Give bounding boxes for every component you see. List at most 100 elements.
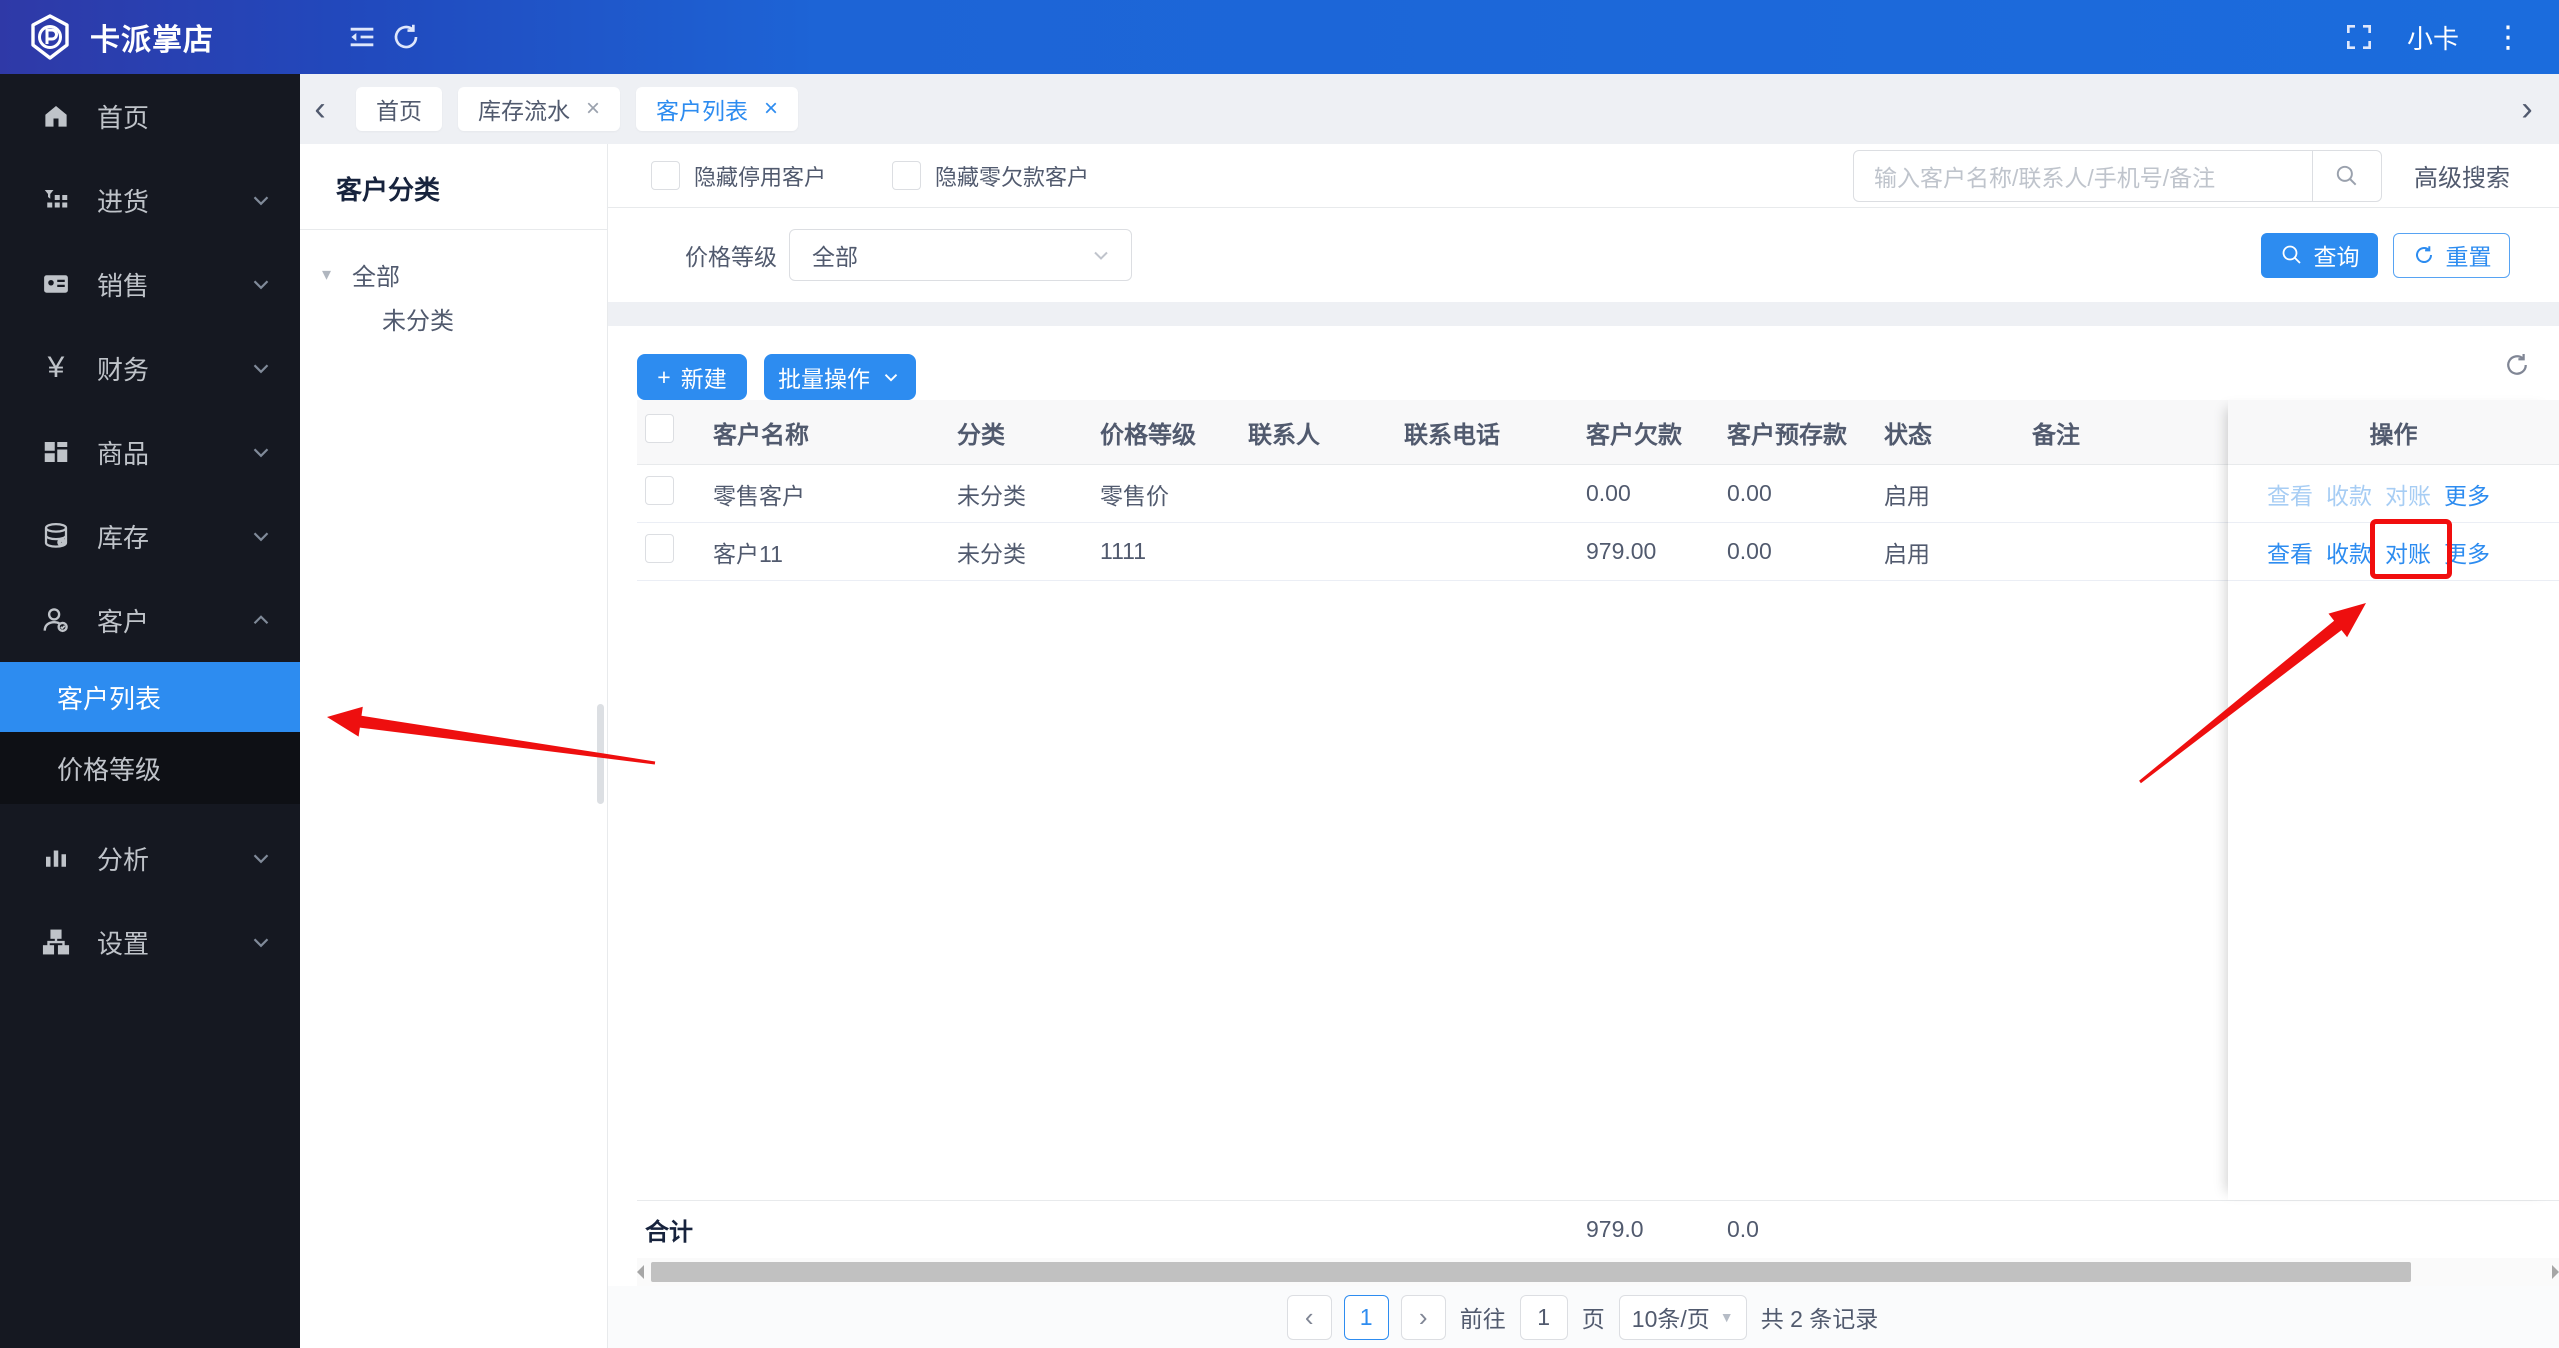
sidebar-item-settings[interactable]: 设置 bbox=[0, 900, 300, 984]
more-link[interactable]: 更多 bbox=[2444, 535, 2490, 569]
row-checkbox[interactable] bbox=[645, 534, 674, 563]
tabs-scroll-right-icon[interactable]: › bbox=[2507, 89, 2547, 129]
tab-customer-list[interactable]: 客户列表 × bbox=[636, 87, 798, 131]
prev-page-button[interactable]: ‹ bbox=[1287, 1295, 1332, 1340]
sidebar-item-goods[interactable]: 商品 bbox=[0, 410, 300, 494]
page-number-button[interactable]: 1 bbox=[1344, 1295, 1389, 1340]
table-section: + 新建 批量操作 客户名称 分类 价格等级 联系人 联系电话 客户欠款 客户预… bbox=[608, 326, 2559, 1348]
sidebar-item-finance[interactable]: ¥ 财务 bbox=[0, 326, 300, 410]
purchase-icon bbox=[39, 185, 73, 215]
total-records-label: 共 2 条记录 bbox=[1761, 1300, 1879, 1334]
username[interactable]: 小卡 bbox=[2407, 19, 2459, 56]
price-level-label: 价格等级 bbox=[685, 238, 777, 272]
hide-disabled-customers-checkbox-group[interactable]: 隐藏停用客户 bbox=[651, 160, 826, 192]
tabs-scroll-left-icon[interactable]: ‹ bbox=[300, 89, 340, 129]
select-all-checkbox[interactable] bbox=[645, 414, 674, 443]
table-row: 客户11 未分类 1111 979.00 0.00 启用 查看 收款 对账 更多 bbox=[637, 523, 2559, 581]
chevron-down-icon bbox=[248, 355, 274, 381]
filter-row-2: 价格等级 全部 查询 重置 bbox=[608, 208, 2559, 302]
col-header-actions: 操作 bbox=[2228, 415, 2559, 450]
sidebar-gap bbox=[0, 804, 300, 816]
logo-icon bbox=[26, 13, 74, 61]
col-header-prepaid: 客户预存款 bbox=[1727, 415, 1884, 450]
hide-disabled-customers-checkbox[interactable] bbox=[651, 161, 680, 190]
view-link[interactable]: 查看 bbox=[2267, 477, 2313, 511]
cell-debt: 0.00 bbox=[1586, 480, 1727, 507]
cell-debt: 979.00 bbox=[1586, 538, 1727, 565]
next-page-button[interactable]: › bbox=[1401, 1295, 1446, 1340]
refresh-table-icon[interactable] bbox=[2502, 350, 2532, 385]
goods-icon bbox=[39, 437, 73, 467]
close-tab-icon[interactable]: × bbox=[764, 95, 778, 123]
cell-price-level: 零售价 bbox=[1100, 477, 1248, 511]
total-label: 合计 bbox=[637, 1212, 713, 1247]
query-button[interactable]: 查询 bbox=[2261, 233, 2378, 278]
chevron-down-icon bbox=[248, 187, 274, 213]
sidebar-item-price-level[interactable]: 价格等级 bbox=[0, 732, 300, 804]
horizontal-scrollbar[interactable] bbox=[637, 1258, 2559, 1286]
scroll-right-arrow[interactable] bbox=[2552, 1265, 2559, 1279]
tree-node-uncategorized[interactable]: 未分类 bbox=[300, 296, 607, 340]
more-menu-icon[interactable]: ⋮ bbox=[2493, 20, 2525, 55]
batch-operations-button[interactable]: 批量操作 bbox=[764, 354, 916, 400]
scroll-left-arrow[interactable] bbox=[637, 1265, 644, 1279]
sidebar-item-purchase[interactable]: 进货 bbox=[0, 158, 300, 242]
tab-bar: ‹ 首页 库存流水 × 客户列表 × › bbox=[300, 74, 2559, 144]
chevron-down-icon bbox=[248, 929, 274, 955]
filter-row-1: 隐藏停用客户 隐藏零欠款客户 输入客户名称/联系人/手机号/备注 高级搜索 bbox=[608, 144, 2559, 208]
view-link[interactable]: 查看 bbox=[2267, 535, 2313, 569]
panel-scrollbar[interactable] bbox=[597, 704, 604, 804]
receive-payment-link[interactable]: 收款 bbox=[2326, 535, 2372, 569]
new-customer-button[interactable]: + 新建 bbox=[637, 354, 747, 400]
hide-zero-debt-customers-checkbox-group[interactable]: 隐藏零欠款客户 bbox=[892, 160, 1089, 192]
close-tab-icon[interactable]: × bbox=[586, 95, 600, 123]
more-link[interactable]: 更多 bbox=[2444, 477, 2490, 511]
search-input[interactable]: 输入客户名称/联系人/手机号/备注 bbox=[1854, 151, 2312, 201]
hide-zero-debt-customers-checkbox[interactable] bbox=[892, 161, 921, 190]
sidebar-item-home[interactable]: 首页 bbox=[0, 74, 300, 158]
collapse-sidebar-icon[interactable] bbox=[340, 15, 384, 59]
chevron-down-icon bbox=[1089, 243, 1113, 267]
sidebar-item-analysis[interactable]: 分析 bbox=[0, 816, 300, 900]
receive-payment-link[interactable]: 收款 bbox=[2326, 477, 2372, 511]
sidebar-item-customer[interactable]: 客户 bbox=[0, 578, 300, 662]
sidebar-item-inventory[interactable]: 库存 bbox=[0, 494, 300, 578]
search-icon bbox=[2280, 243, 2304, 267]
tree-node-all[interactable]: ▾ 全部 bbox=[300, 252, 607, 296]
reconcile-link[interactable]: 对账 bbox=[2385, 477, 2431, 511]
reconcile-link[interactable]: 对账 bbox=[2385, 535, 2431, 569]
sidebar-item-sales[interactable]: 销售 bbox=[0, 242, 300, 326]
tab-inventory-flow[interactable]: 库存流水 × bbox=[458, 87, 620, 131]
row-checkbox[interactable] bbox=[645, 476, 674, 505]
search-button[interactable] bbox=[2312, 151, 2381, 201]
goto-page-input[interactable]: 1 bbox=[1520, 1295, 1568, 1340]
refresh-icon bbox=[2412, 243, 2436, 267]
app-logo[interactable]: 卡派掌店 bbox=[0, 13, 300, 61]
tree-expand-icon[interactable]: ▾ bbox=[322, 264, 342, 285]
fullscreen-icon[interactable] bbox=[2337, 15, 2381, 59]
col-header-price-level: 价格等级 bbox=[1100, 415, 1248, 450]
page-unit-label: 页 bbox=[1582, 1300, 1605, 1334]
sales-icon bbox=[39, 269, 73, 299]
sidebar-item-customer-list[interactable]: 客户列表 bbox=[0, 662, 300, 732]
yen-icon: ¥ bbox=[39, 351, 73, 385]
bar-chart-icon bbox=[39, 843, 73, 873]
database-icon bbox=[39, 521, 73, 551]
cell-name: 客户11 bbox=[713, 535, 957, 569]
customer-list-page: 隐藏停用客户 隐藏零欠款客户 输入客户名称/联系人/手机号/备注 高级搜索 价格… bbox=[608, 144, 2559, 1348]
cell-category: 未分类 bbox=[957, 535, 1100, 569]
page-size-select[interactable]: 10条/页 ▼ bbox=[1619, 1295, 1747, 1340]
total-debt: 979.0 bbox=[1586, 1216, 1727, 1243]
section-divider bbox=[608, 302, 2559, 326]
refresh-page-icon[interactable] bbox=[384, 15, 428, 59]
price-level-select[interactable]: 全部 bbox=[789, 229, 1132, 281]
tab-home[interactable]: 首页 bbox=[356, 87, 442, 131]
cell-status: 启用 bbox=[1884, 535, 2032, 569]
top-header: 卡派掌店 小卡 ⋮ bbox=[0, 0, 2559, 74]
advanced-search-link[interactable]: 高级搜索 bbox=[2414, 158, 2510, 193]
reset-button[interactable]: 重置 bbox=[2393, 233, 2510, 278]
chevron-down-icon bbox=[248, 523, 274, 549]
scrollbar-thumb[interactable] bbox=[651, 1262, 2411, 1282]
pagination: ‹ 1 › 前往 1 页 10条/页 ▼ 共 2 条记录 bbox=[608, 1286, 2559, 1348]
col-header-contact: 联系人 bbox=[1248, 415, 1404, 450]
